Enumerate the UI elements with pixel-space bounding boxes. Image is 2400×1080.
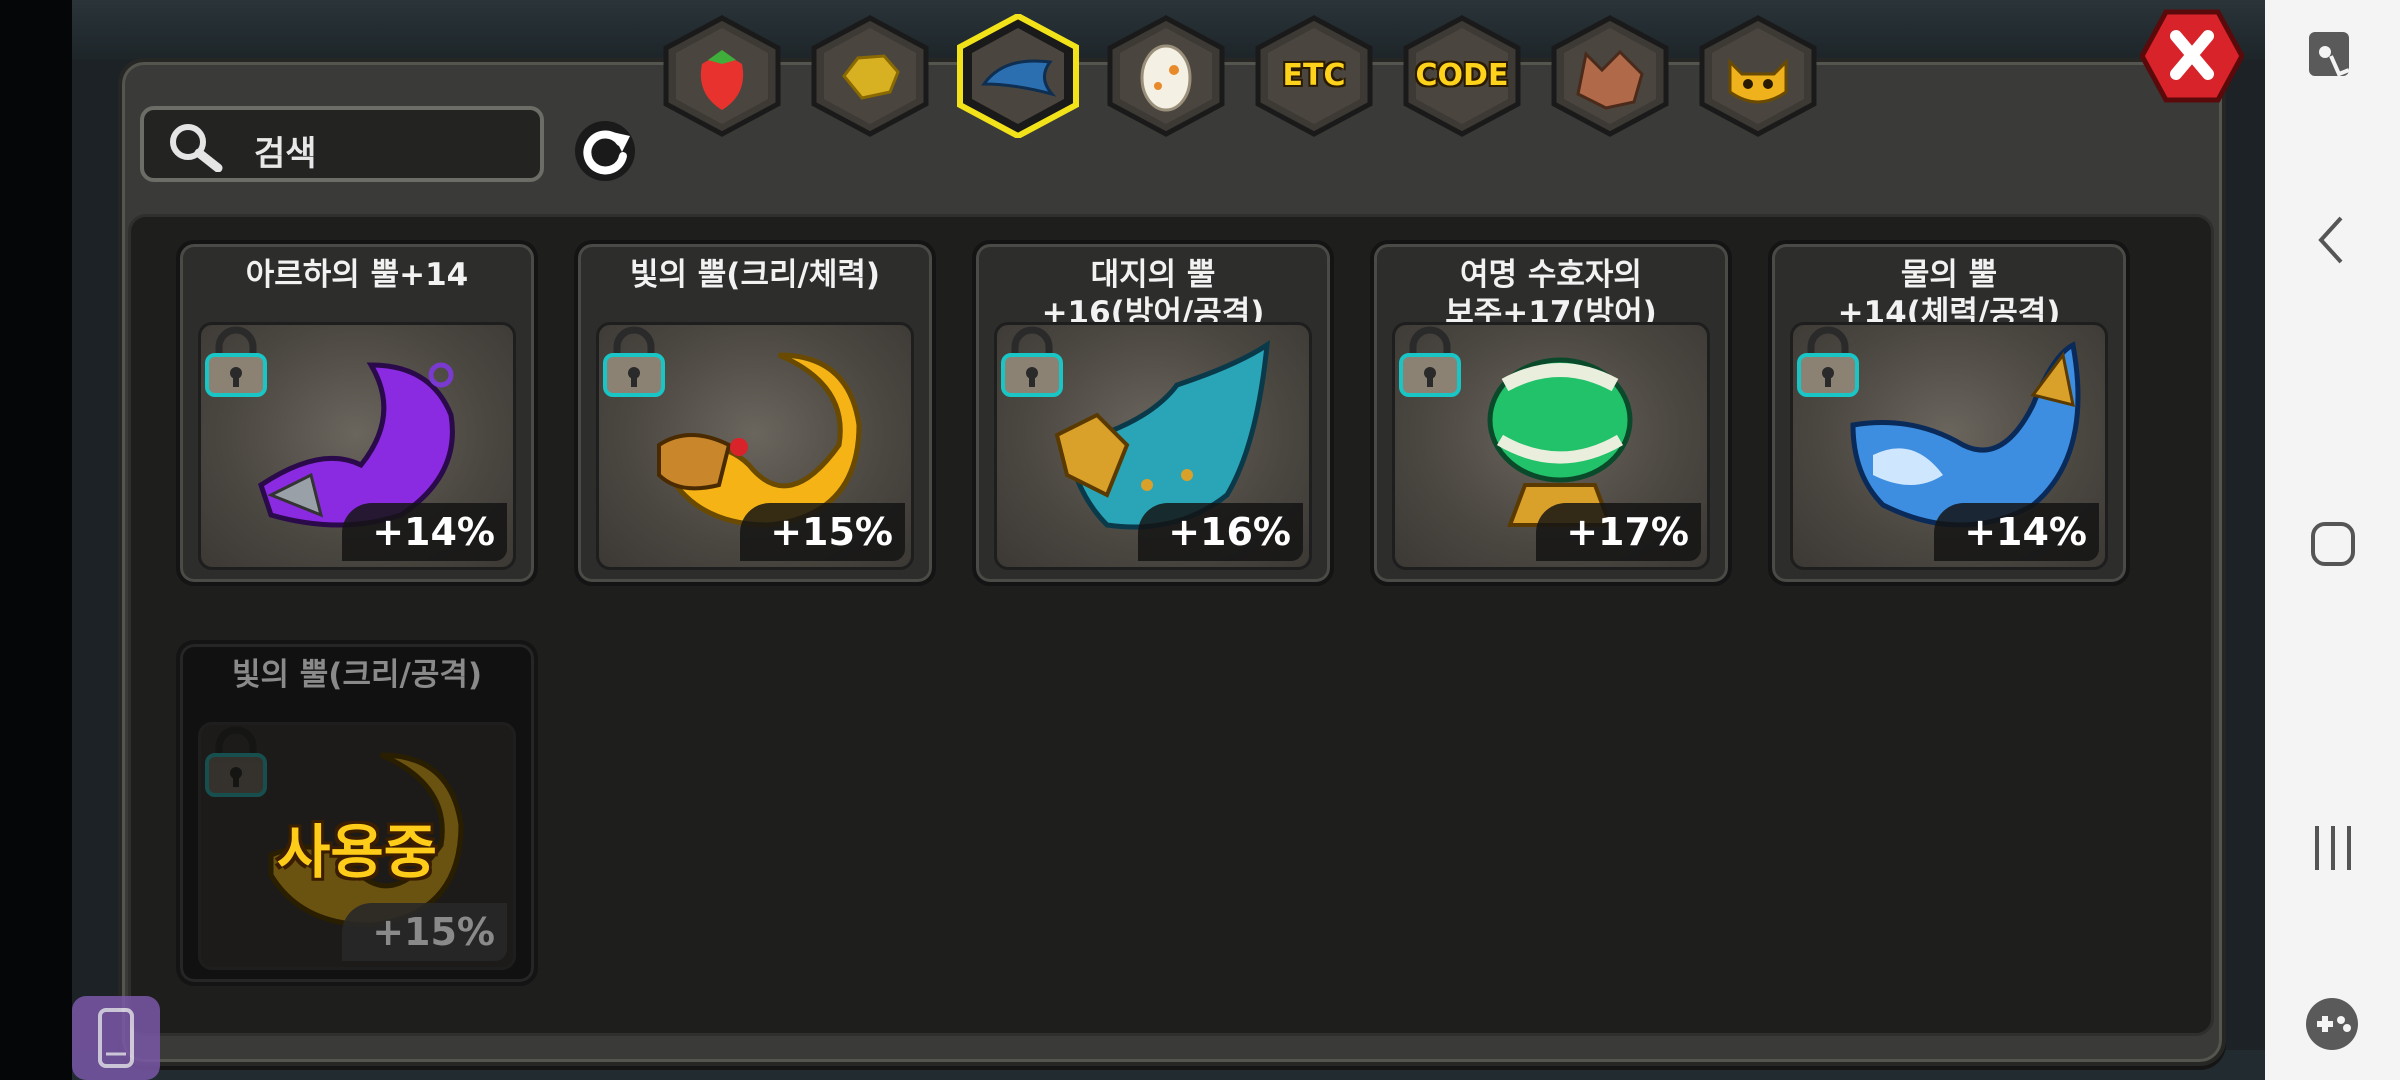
item-percent: +14% [1934, 503, 2099, 561]
left-edge [0, 0, 72, 1080]
item-image: +14% [198, 322, 516, 570]
item-percent: +16% [1138, 503, 1303, 561]
lock-icon [1399, 326, 1461, 397]
lock-icon [205, 326, 267, 397]
lock-icon [1797, 326, 1859, 397]
tab-fruit[interactable] [658, 14, 786, 138]
tab-pet[interactable] [1694, 14, 1822, 138]
device-toggle-button[interactable] [72, 996, 160, 1080]
tab-etc[interactable]: ETC [1250, 14, 1378, 138]
item-card[interactable]: 아르하의 뿔+14 +14% [176, 240, 538, 586]
game-screen: 검색 ETC CODE 아르하의 뿔+14 +14% 빛의 뿔(크리/체력) +… [0, 0, 2265, 1080]
phone-icon [98, 1008, 134, 1068]
item-card[interactable]: 여명 수호자의 보주+17(방어) +17% [1370, 240, 1732, 586]
item-card[interactable]: 대지의 뿔 +16(방어/공격) +16% [972, 240, 1334, 586]
refresh-icon[interactable] [568, 114, 642, 188]
item-percent: +14% [342, 503, 507, 561]
search-icon [170, 124, 223, 172]
item-image: 사용중 +15% [198, 722, 516, 970]
lock-icon [1001, 326, 1063, 397]
tab-wolf[interactable] [1546, 14, 1674, 138]
gesture-icon[interactable] [2265, 26, 2400, 86]
item-title: 대지의 뿔 +16(방어/공격) [1041, 257, 1265, 331]
game-tools-icon[interactable] [2265, 994, 2400, 1054]
item-image: +16% [994, 322, 1312, 570]
lock-icon [603, 326, 665, 397]
item-title: 물의 뿔 +14(체력/공격) [1837, 257, 2061, 331]
pet-face-icon [1699, 15, 1817, 137]
search-box[interactable]: 검색 [140, 106, 544, 182]
gold-nugget-icon [811, 15, 929, 137]
tab-code-label: CODE [1415, 58, 1509, 93]
tab-etc-label: ETC [1282, 58, 1346, 93]
tab-code[interactable]: CODE [1398, 14, 1526, 138]
home-icon[interactable] [2265, 514, 2400, 574]
lock-icon [205, 726, 267, 797]
blue-horn-icon [957, 14, 1079, 138]
egg-icon [1107, 15, 1225, 137]
recents-icon[interactable] [2265, 818, 2400, 878]
item-image: +17% [1392, 322, 1710, 570]
item-image: +15% [596, 322, 914, 570]
item-percent: +15% [740, 503, 905, 561]
close-icon[interactable] [2140, 8, 2244, 104]
item-title: 아르하의 뿔+14 [245, 257, 469, 293]
item-card[interactable]: 빛의 뿔(크리/체력) +15% [574, 240, 936, 586]
item-percent: +15% [342, 903, 507, 961]
item-title: 빛의 뿔(크리/체력) [629, 257, 881, 293]
item-percent: +17% [1536, 503, 1701, 561]
tab-horn[interactable] [954, 14, 1082, 138]
item-card-in-use[interactable]: 빛의 뿔(크리/공격) 사용중 +15% [176, 640, 538, 986]
android-nav-bar [2265, 0, 2400, 1080]
item-card[interactable]: 물의 뿔 +14(체력/공격) +14% [1768, 240, 2130, 586]
search-input[interactable]: 검색 [254, 126, 317, 175]
in-use-label: 사용중 [276, 818, 438, 886]
tab-gold[interactable] [806, 14, 934, 138]
back-icon[interactable] [2265, 210, 2400, 270]
wolf-head-icon [1551, 15, 1669, 137]
item-title: 여명 수호자의 보주+17(방어) [1445, 257, 1657, 331]
tab-egg[interactable] [1102, 14, 1230, 138]
item-image: +14% [1790, 322, 2108, 570]
strawberry-icon [663, 15, 781, 137]
item-title: 빛의 뿔(크리/공격) [231, 657, 483, 693]
